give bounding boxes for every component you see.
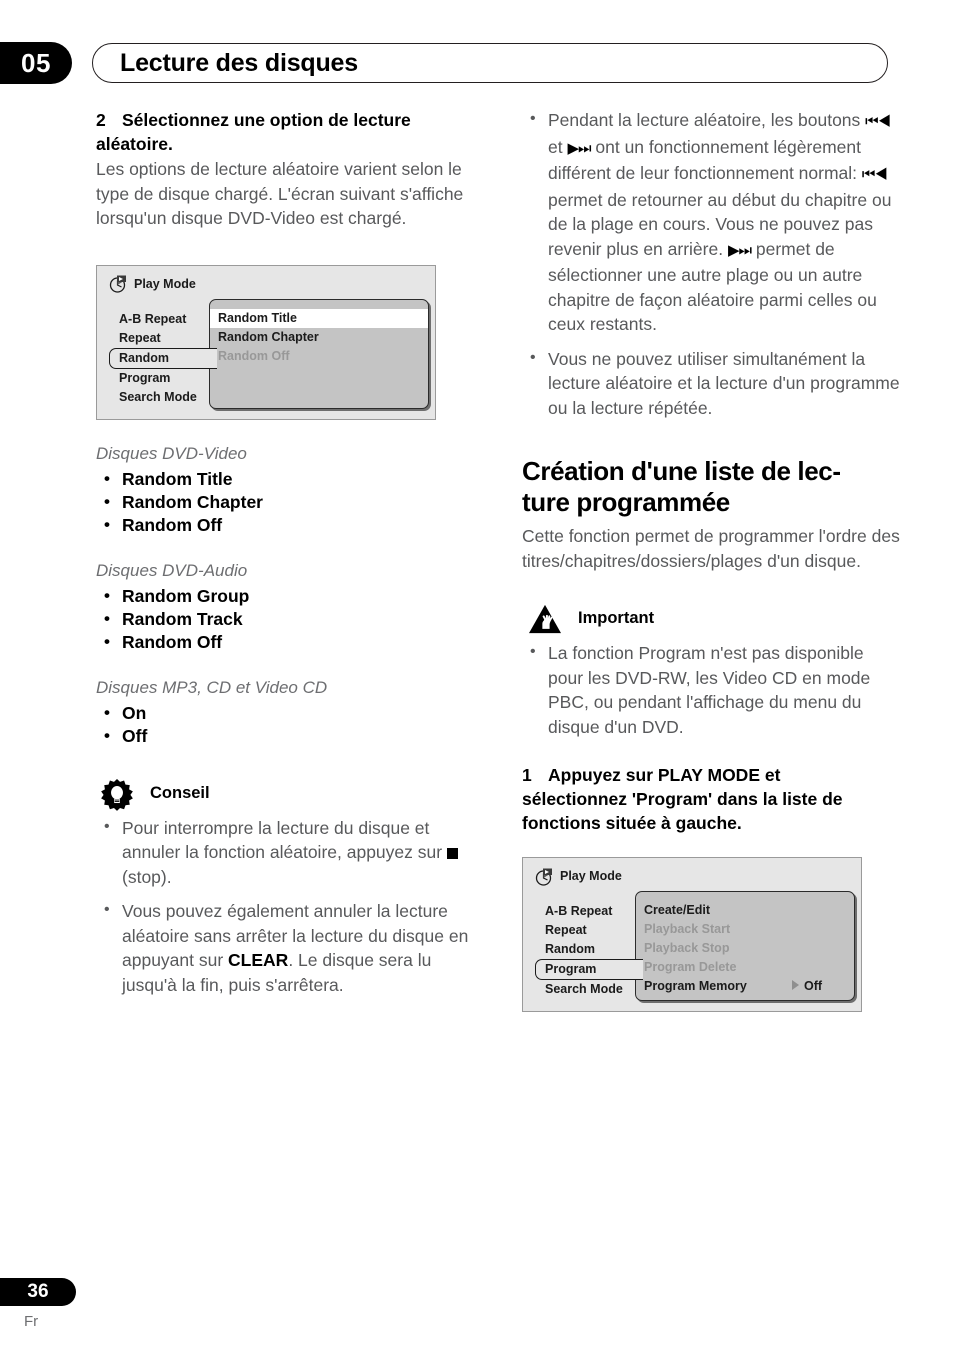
osd-title-program: Play Mode [535, 866, 622, 886]
osd-option-random-off[interactable]: Random Off [210, 347, 428, 366]
step-1-heading-line2: sélectionnez 'Program' dans la liste de [522, 789, 843, 809]
clear-button-label: CLEAR [228, 950, 289, 970]
disc-group-options: Random Title Random Chapter Random Off [96, 467, 474, 537]
right-column: Pendant la lecture aléatoire, les bouton… [522, 107, 900, 1012]
osd-menu-item-search-mode[interactable]: Search Mode [111, 388, 223, 407]
disc-group-options: On Off [96, 701, 474, 748]
note-seg-2: et [548, 136, 568, 157]
important-bullet-list: La fonction Program n'est pas disponible… [522, 640, 900, 739]
osd-option-program-delete[interactable]: Program Delete [636, 958, 854, 977]
section-heading-line1: Création d'une liste de lec- [522, 456, 841, 486]
osd-menu-item-random[interactable]: Random [537, 940, 649, 959]
disc-group-heading: Disques MP3, CD et Video CD [96, 677, 328, 697]
disc-group-dvd-audio: Disques DVD-Audio Random Group Random Tr… [96, 559, 474, 654]
disc-group-options: Random Group Random Track Random Off [96, 584, 474, 654]
disc-play-icon [109, 275, 126, 293]
lightbulb-tip-icon [101, 778, 133, 811]
list-item: Pendant la lecture aléatoire, les bouton… [522, 107, 900, 337]
page-number-badge: 36 [0, 1278, 76, 1306]
section-heading-line2: ture programmée [522, 487, 730, 517]
tip-bullet-1-part1: Pour interrompre la lecture du disque et… [122, 817, 447, 863]
osd-menu-item-ab-repeat[interactable]: A-B Repeat [537, 902, 649, 921]
tip-bullet-list: Pour interrompre la lecture du disque et… [96, 815, 474, 998]
list-item: Pour interrompre la lecture du disque et… [96, 815, 474, 890]
osd-title-text: Play Mode [560, 869, 622, 883]
osd-option-playback-stop[interactable]: Playback Stop [636, 939, 854, 958]
note-seg-4: permet de retourner au début du chapitre… [548, 189, 892, 259]
page-title: Lecture des disques [120, 49, 358, 77]
disc-group-heading: Disques DVD-Audio [96, 560, 248, 580]
skip-forward-icon: ▶⏭ [567, 139, 591, 157]
osd-left-menu-program: A-B Repeat Repeat Random Program Search … [535, 902, 649, 999]
step-2-heading: 2 Sélectionnez une option de lecture aléa… [96, 108, 474, 156]
osd-option-program-memory[interactable]: Program Memory Off [636, 977, 854, 996]
step-1-heading-line3: fonctions située à gauche. [522, 813, 742, 833]
osd-option-create-edit[interactable]: Create/Edit [636, 901, 854, 920]
step-2-body: Les options de lecture aléatoire varient… [96, 159, 464, 228]
step-1-heading: 1 Appuyez sur PLAY MODE et sélectionnez '… [522, 763, 900, 835]
skip-back-icon: ⏮◀ [865, 113, 891, 130]
list-item: Off [96, 724, 474, 748]
step-2-heading-line2: aléatoire. [96, 134, 173, 154]
osd-option-random-title[interactable]: Random Title [210, 308, 428, 328]
stop-square-icon [446, 848, 458, 859]
tip-bullet-1-part2: (stop). [122, 866, 172, 887]
osd-menu-item-search-mode[interactable]: Search Mode [537, 980, 649, 999]
list-item: Random Track [96, 607, 474, 631]
left-column: 2 Sélectionnez une option de lecture aléa… [96, 108, 474, 1007]
list-item: Random Group [96, 584, 474, 608]
language-code: Fr [24, 1313, 39, 1330]
osd-menu-item-program[interactable]: Program [111, 369, 223, 388]
chapter-number-badge: 05 [0, 42, 72, 84]
disc-group-mp3-cd-videocd: Disques MP3, CD et Video CD On Off [96, 676, 474, 748]
osd-option-random-chapter[interactable]: Random Chapter [210, 328, 428, 347]
skip-forward-icon: ▶⏭ [727, 241, 752, 259]
section-body: Cette fonction permet de programmer l'or… [522, 526, 900, 571]
osd-menu-item-repeat[interactable]: Repeat [111, 329, 223, 348]
disc-group-dvd-video: Disques DVD-Video Random Title Random Ch… [96, 442, 474, 537]
osd-menu-item-repeat[interactable]: Repeat [537, 921, 649, 940]
disc-play-icon [535, 868, 552, 886]
osd-left-menu-random: A-B Repeat Repeat Random Program Search … [109, 310, 223, 407]
osd-option-program-memory-label: Program Memory [644, 979, 747, 993]
important-label: Important [578, 609, 655, 627]
osd-program-memory-value: Off [792, 977, 822, 996]
step-2-number: 2 [96, 110, 106, 130]
list-item: Random Off [96, 513, 474, 537]
page-header: 05 Lecture des disques [0, 42, 954, 86]
random-notes-bullet-list: Pendant la lecture aléatoire, les bouton… [522, 107, 900, 421]
warning-triangle-hand-icon [529, 604, 561, 634]
tip-notice-header: Conseil [96, 778, 474, 811]
osd-right-panel-random: Random Title Random Chapter Random Off [209, 298, 429, 409]
osd-menu-item-program[interactable]: Program [535, 959, 643, 980]
step-2-heading-line1: Sélectionnez une option de lecture [122, 110, 411, 130]
list-item: La fonction Program n'est pas disponible… [522, 640, 900, 739]
step-1-heading-line1: Appuyez sur PLAY MODE et [548, 765, 781, 785]
osd-right-panel-program: Create/Edit Playback Start Playback Stop… [635, 891, 855, 1001]
list-item: Vous ne pouvez utiliser simultanément la… [522, 346, 900, 421]
step-1-number: 1 [522, 765, 532, 785]
list-item: Random Off [96, 630, 474, 654]
list-item: On [96, 701, 474, 725]
osd-menu-item-random[interactable]: Random [109, 347, 217, 369]
disc-group-heading: Disques DVD-Video [96, 443, 247, 463]
osd-option-playback-start[interactable]: Playback Start [636, 920, 854, 939]
osd-screenshot-program: Play Mode A-B Repeat Repeat Random Progr… [522, 857, 862, 1012]
list-item: Random Chapter [96, 490, 474, 514]
osd-program-memory-value-text: Off [804, 979, 823, 993]
skip-back-icon: ⏮◀ [861, 166, 888, 183]
important-notice-header: Important [522, 603, 900, 634]
osd-screenshot-random: Play Mode A-B Repeat Repeat Random Progr… [96, 264, 436, 420]
note-seg-3: ont un fonctionnement légèrement différe… [548, 136, 862, 184]
osd-title-text: Play Mode [134, 276, 196, 291]
list-item: Vous pouvez également annuler la lecture… [96, 898, 474, 997]
osd-menu-item-ab-repeat[interactable]: A-B Repeat [111, 310, 223, 329]
tip-label: Conseil [150, 783, 210, 802]
note-seg-1: Pendant la lecture aléatoire, les bouton… [548, 110, 866, 130]
osd-title-random: Play Mode [109, 274, 196, 294]
section-heading: Création d'une liste de lec- ture progra… [522, 456, 900, 518]
chevron-right-icon [792, 980, 799, 990]
list-item: Random Title [96, 467, 474, 491]
